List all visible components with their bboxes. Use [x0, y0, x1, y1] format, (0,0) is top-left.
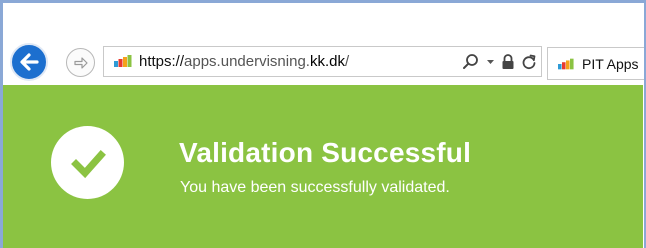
address-bar[interactable]: https://apps.undervisning.kk.dk/ — [103, 46, 542, 77]
search-icon[interactable] — [462, 53, 480, 71]
back-arrow-icon — [20, 53, 39, 71]
browser-tab[interactable]: PIT Apps — [547, 47, 646, 80]
back-button[interactable] — [10, 43, 48, 81]
url-scheme: https:// — [139, 53, 185, 70]
success-badge — [51, 126, 124, 199]
chevron-down-icon[interactable] — [486, 53, 495, 71]
url-host: apps.undervisning. — [184, 53, 310, 70]
lock-icon[interactable] — [501, 53, 515, 71]
banner-title: Validation Successful — [179, 137, 472, 168]
window-titlebar — [3, 3, 643, 38]
url-path: / — [344, 53, 350, 70]
site-favicon — [114, 55, 132, 67]
tab-favicon — [558, 58, 574, 70]
url-text[interactable]: https://apps.undervisning.kk.dk/ — [139, 53, 349, 70]
forward-button[interactable] — [66, 48, 95, 77]
banner-subtitle: You have been successfully validated. — [180, 179, 450, 196]
checkmark-icon — [70, 149, 106, 178]
tab-label: PIT Apps — [582, 56, 639, 72]
url-domain: kk.dk — [309, 53, 345, 70]
forward-arrow-icon — [73, 56, 88, 69]
refresh-icon[interactable] — [521, 53, 537, 71]
